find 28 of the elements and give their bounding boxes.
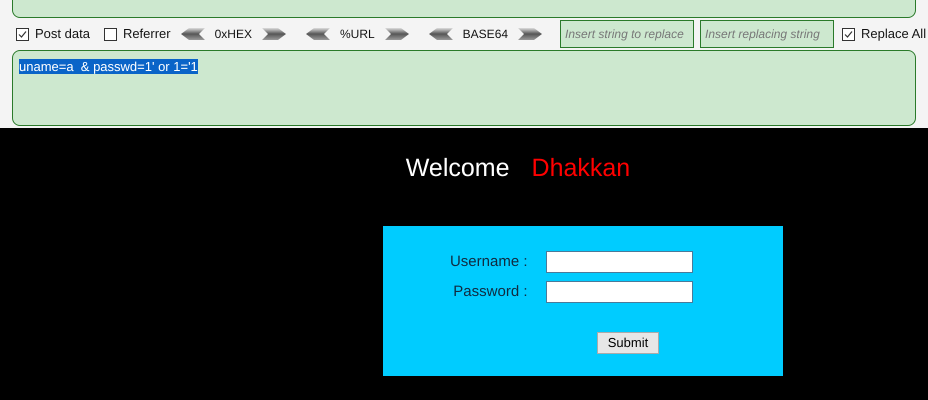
checkmark-icon: [18, 30, 27, 38]
welcome-text: Welcome: [406, 153, 510, 184]
checkbox-label: Referrer: [122, 25, 171, 44]
encoder-label: %URL: [340, 26, 375, 43]
login-input[interactable]: [546, 250, 692, 273]
left-chevron-icon[interactable]: [180, 28, 205, 40]
checkbox-label: Replace All: [861, 25, 926, 44]
right-chevron-icon[interactable]: [384, 28, 409, 40]
field-label: Password :: [452, 282, 528, 302]
left-chevron-icon[interactable]: [428, 28, 453, 40]
checkmark-icon: [844, 30, 854, 38]
encoder-label: 0xHEX: [214, 26, 252, 43]
post-body-field[interactable]: uname=a & passwd=1' or 1='1: [12, 50, 916, 126]
right-chevron-icon[interactable]: [262, 28, 286, 40]
post-body-text: uname=a & passwd=1' or 1='1: [19, 59, 198, 74]
checkbox[interactable]: [16, 28, 29, 40]
replace-field[interactable]: Insert replacing string: [700, 20, 834, 48]
checkbox[interactable]: [842, 28, 856, 40]
checkbox[interactable]: [104, 28, 117, 40]
field-label: Username :: [448, 252, 528, 272]
right-chevron-icon[interactable]: [518, 28, 542, 40]
encoder-label: BASE64: [462, 26, 508, 43]
submit-button[interactable]: Submit: [596, 332, 660, 354]
login-input[interactable]: [546, 281, 692, 304]
left-chevron-icon[interactable]: [306, 28, 330, 40]
checkbox-label: Post data: [35, 25, 90, 44]
user-name: Dhakkan: [532, 153, 630, 184]
find-field[interactable]: Insert string to replace: [560, 20, 694, 48]
